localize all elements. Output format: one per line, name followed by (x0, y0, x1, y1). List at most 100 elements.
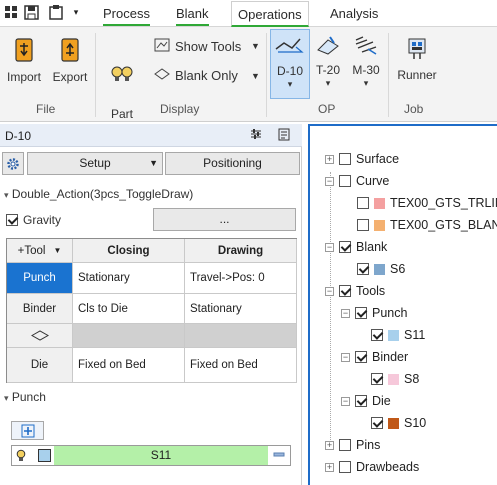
separator (95, 33, 96, 117)
tree-checkbox[interactable] (339, 153, 351, 165)
tab-process[interactable]: Process (103, 4, 150, 26)
positioning-button[interactable]: Positioning (165, 152, 300, 175)
op-t20-button[interactable]: T-20 ▾ (312, 34, 344, 88)
tree-node-s8[interactable]: S8 (371, 372, 419, 386)
tree-checkbox[interactable] (357, 263, 369, 275)
table-cell[interactable]: Cls to Die (73, 294, 185, 324)
gravity-label: Gravity (23, 213, 62, 227)
tree-checkbox[interactable] (339, 439, 351, 451)
tree-checkbox[interactable] (339, 241, 351, 253)
tree-node-binder[interactable]: − Binder (341, 350, 408, 364)
tree-node-tools[interactable]: − Tools (325, 284, 385, 298)
collapse-icon[interactable]: − (325, 286, 334, 296)
tree-checkbox[interactable] (371, 417, 383, 429)
tree-checkbox[interactable] (371, 329, 383, 341)
action-section[interactable]: ▾ Double_Action(3pcs_ToggleDraw) (4, 187, 193, 201)
expand-icon[interactable]: + (325, 440, 334, 450)
color-swatch (374, 263, 385, 275)
tree-node-s11[interactable]: S11 (371, 328, 425, 342)
add-tool-header[interactable]: +Tool ▼ (7, 239, 73, 263)
import-button[interactable]: Import (4, 37, 44, 85)
tree-node-die[interactable]: − Die (341, 394, 391, 408)
tree-label: Curve (356, 174, 390, 188)
lightbulb-icon[interactable] (16, 449, 26, 466)
notes-icon[interactable] (278, 128, 290, 144)
setup-dropdown-icon: ▼ (149, 158, 158, 168)
grid-menu-icon[interactable] (2, 3, 20, 21)
export-button[interactable]: Export (48, 37, 92, 85)
tree-checkbox[interactable] (339, 175, 351, 187)
collapse-icon[interactable]: − (341, 308, 350, 318)
collapse-icon[interactable]: − (325, 242, 334, 252)
list-item[interactable]: S11 (11, 445, 291, 466)
settings-sliders-icon[interactable] (250, 128, 262, 143)
table-cell[interactable]: Fixed on Bed (73, 348, 185, 383)
op-t20-dropdown-icon: ▾ (325, 78, 331, 88)
expand-icon[interactable]: + (325, 154, 334, 164)
gravity-checkbox[interactable]: Gravity (6, 213, 61, 227)
add-surface-button[interactable] (11, 421, 44, 440)
tree-node-surface[interactable]: + Surface (325, 152, 399, 166)
table-cell[interactable]: Fixed on Bed (185, 348, 297, 383)
drawing-header: Drawing (185, 239, 297, 263)
color-swatch (374, 197, 385, 209)
group-file-label: File (36, 102, 56, 116)
op-m30-button[interactable]: M-30 ▾ (349, 34, 383, 88)
collapse-icon[interactable]: − (341, 352, 350, 362)
tree-checkbox[interactable] (339, 285, 351, 297)
table-row-blank[interactable] (7, 324, 73, 348)
gravity-checkbox-box[interactable] (6, 214, 18, 226)
runner-label: Runner (397, 68, 437, 82)
tree-label: Tools (356, 284, 386, 298)
color-swatch[interactable] (38, 449, 51, 462)
tree-checkbox[interactable] (355, 307, 367, 319)
table-row-binder-tool[interactable]: Binder (7, 294, 73, 324)
setup-dropdown[interactable]: Setup ▼ (27, 152, 163, 175)
tree-node-curve[interactable]: − Curve (325, 174, 389, 188)
tree-node-blank[interactable]: − Blank (325, 240, 387, 254)
tree-node-curve-trline[interactable]: TEX00_GTS_TRLINE (357, 196, 497, 210)
tree-node-punch[interactable]: − Punch (341, 306, 407, 320)
table-row-punch-tool[interactable]: Punch (7, 263, 73, 294)
tree-checkbox[interactable] (357, 219, 369, 231)
gear-button[interactable] (2, 152, 24, 175)
tree-checkbox[interactable] (355, 395, 367, 407)
expand-icon[interactable]: + (325, 462, 334, 472)
collapse-icon[interactable]: − (341, 396, 350, 406)
table-cell[interactable]: Stationary (185, 294, 297, 324)
tree-label: Drawbeads (356, 460, 420, 474)
table-cell[interactable]: Travel->Pos: 0 (185, 263, 297, 294)
tree-node-curve-blank[interactable]: TEX00_GTS_BLANK (357, 218, 497, 232)
remove-icon[interactable] (273, 449, 285, 464)
op-t20-label: T-20 (315, 63, 340, 77)
op-d10-label: D-10 (276, 64, 303, 78)
clipboard-icon[interactable] (47, 3, 65, 21)
tree-label: S10 (404, 416, 427, 430)
table-cell[interactable]: Stationary (73, 263, 185, 294)
group-op-label: OP (318, 102, 336, 116)
tree-checkbox[interactable] (355, 351, 367, 363)
punch-section[interactable]: ▾ Punch (4, 390, 46, 404)
blank-only-dropdown-icon[interactable]: ▼ (251, 71, 260, 81)
tree-checkbox[interactable] (357, 197, 369, 209)
op-d10-button[interactable]: D-10 ▾ (270, 29, 310, 99)
tab-analysis[interactable]: Analysis (330, 4, 378, 26)
collapse-icon[interactable]: − (325, 176, 334, 186)
runner-button[interactable]: Runner (394, 37, 440, 83)
part-on-off-button[interactable]: Part On/Off (100, 35, 144, 137)
save-icon[interactable] (22, 3, 40, 21)
tab-operations[interactable]: Operations (231, 1, 309, 27)
tree-checkbox[interactable] (371, 373, 383, 385)
tab-blank[interactable]: Blank (176, 4, 209, 26)
qa-dropdown-icon[interactable]: ▾ (67, 3, 85, 21)
blank-only-button[interactable]: Blank Only (154, 68, 238, 83)
show-tools-button[interactable]: Show Tools (154, 38, 241, 55)
tree-checkbox[interactable] (339, 461, 351, 473)
ellipsis-button[interactable]: ... (153, 208, 296, 231)
tree-node-s6[interactable]: S6 (357, 262, 405, 276)
tree-node-drawbeads[interactable]: + Drawbeads (325, 460, 419, 474)
tree-node-s10[interactable]: S10 (371, 416, 426, 430)
table-row-die-tool[interactable]: Die (7, 348, 73, 383)
show-tools-dropdown-icon[interactable]: ▼ (251, 41, 260, 51)
tree-node-pins[interactable]: + Pins (325, 438, 380, 452)
